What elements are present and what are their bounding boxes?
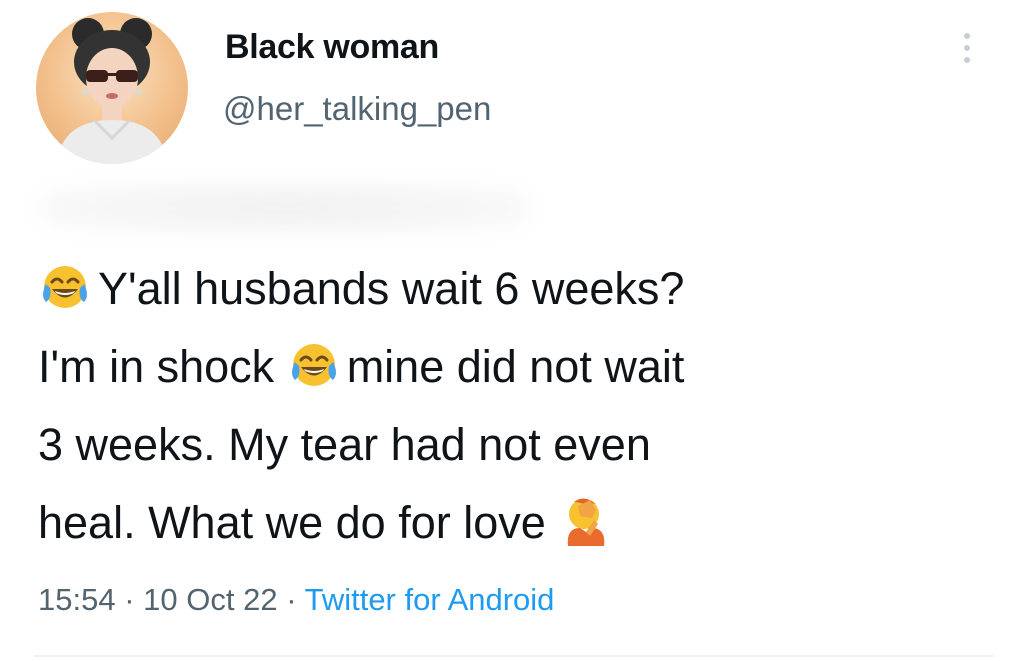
tweet-line-text: I'm in shock [38, 341, 275, 392]
tweet-meta: 15:54 · 10 Oct 22 · Twitter for Android [38, 582, 554, 618]
more-options-icon[interactable] [952, 24, 982, 72]
avatar[interactable] [36, 12, 188, 164]
face-with-tears-of-joy-icon [289, 340, 339, 390]
person-facepalming-icon [560, 496, 610, 546]
tweet-text: Y'all husbands wait 6 weeks? I'm in shoc… [38, 250, 998, 562]
divider [34, 655, 994, 657]
avatar-illustration [56, 18, 168, 164]
tweet-time[interactable]: 15:54 [38, 582, 116, 617]
more-dot [964, 57, 970, 63]
tweet-source-link[interactable]: Twitter for Android [305, 582, 555, 617]
tweet-line-text: heal. What we do for love [38, 497, 546, 548]
meta-separator: · [286, 582, 297, 617]
tweet-card: Black woman @her_talking_pen Y'all husba… [0, 0, 1024, 661]
blurred-region [40, 182, 530, 234]
meta-separator: · [124, 582, 135, 617]
more-dot [964, 45, 970, 51]
tweet-line-text: mine did not wait [346, 341, 685, 392]
user-handle[interactable]: @her_talking_pen [223, 90, 491, 128]
tweet-line: heal. What we do for love [38, 484, 998, 562]
tweet-line: I'm in shock mine did not wait [38, 328, 998, 406]
tweet-line-text: Y'all husbands wait 6 weeks? [98, 263, 685, 314]
tweet-line: Y'all husbands wait 6 weeks? [38, 250, 998, 328]
display-name[interactable]: Black woman [225, 28, 439, 67]
tweet-date[interactable]: 10 Oct 22 [143, 582, 277, 617]
tweet-line: 3 weeks. My tear had not even [38, 406, 998, 484]
face-with-tears-of-joy-icon [40, 262, 90, 312]
more-dot [964, 33, 970, 39]
tweet-line-text: 3 weeks. My tear had not even [38, 419, 651, 470]
